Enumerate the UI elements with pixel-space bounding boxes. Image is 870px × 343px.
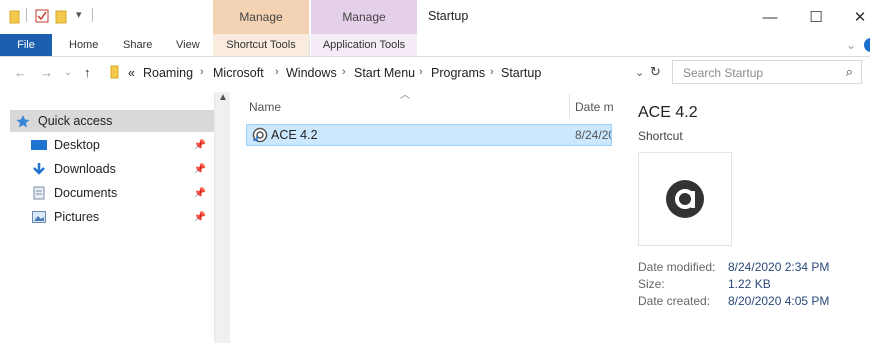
breadcrumb-start-menu[interactable]: Start Menu — [354, 66, 415, 80]
back-arrow-icon[interactable]: ← — [14, 65, 27, 80]
pin-icon: 📌 — [193, 163, 206, 175]
properties-check-icon[interactable] — [35, 9, 49, 28]
nav-label: Downloads — [54, 162, 116, 176]
chevron-right-icon[interactable]: › — [419, 66, 423, 78]
close-button[interactable]: ✕ — [840, 4, 870, 30]
customize-toolbar-icon[interactable]: ▾ — [76, 8, 82, 21]
size-value: 1.22 KB — [728, 277, 771, 291]
breadcrumb-windows[interactable]: Windows — [286, 66, 337, 80]
preview-thumbnail — [638, 152, 732, 246]
minimize-button[interactable]: — — [750, 4, 790, 30]
search-box[interactable]: Search Startup ⌕ — [672, 60, 862, 84]
date-modified-value: 8/24/2020 2:34 PM — [728, 260, 830, 274]
date-created-value: 8/20/2020 4:05 PM — [728, 294, 830, 308]
ace-logo-icon — [665, 179, 705, 224]
tab-home[interactable]: Home — [69, 34, 98, 56]
address-dropdown-icon[interactable]: ⌄ — [635, 66, 644, 79]
tab-view[interactable]: View — [176, 34, 200, 56]
sort-ascending-icon: ︿ — [400, 90, 410, 101]
nav-label: Quick access — [38, 114, 113, 128]
column-divider[interactable] — [569, 94, 570, 118]
nav-item-desktop[interactable]: Desktop 📌 — [30, 134, 212, 156]
new-folder-icon[interactable] — [55, 10, 69, 29]
ace-shortcut-icon — [252, 127, 268, 148]
manage-shortcut-header: Manage — [213, 0, 309, 34]
nav-item-pictures[interactable]: Pictures 📌 — [30, 206, 212, 228]
pin-icon: 📌 — [193, 187, 206, 199]
up-arrow-icon[interactable]: ↑ — [84, 65, 91, 80]
manage-application-header: Manage — [311, 0, 417, 34]
nav-label: Pictures — [54, 210, 100, 224]
chevron-right-icon[interactable]: › — [275, 66, 279, 78]
date-modified-label: Date modified: — [638, 260, 716, 274]
file-name: ACE 4.2 — [271, 128, 318, 142]
nav-label: Documents — [54, 186, 118, 200]
help-icon[interactable] — [864, 38, 870, 52]
refresh-icon[interactable]: ↻ — [650, 64, 661, 80]
address-row: ← → ⌄ ↑ « Roaming › Microsoft › Windows … — [0, 58, 870, 88]
file-date: 8/24/20 — [575, 128, 611, 142]
chevron-right-icon[interactable]: › — [342, 66, 346, 78]
breadcrumb-overflow[interactable]: « — [128, 66, 135, 80]
nav-item-downloads[interactable]: Downloads 📌 — [30, 158, 212, 180]
expand-ribbon-icon[interactable]: ⌄ — [846, 34, 856, 56]
column-header-name[interactable]: Name — [249, 100, 281, 114]
search-icon[interactable]: ⌕ — [846, 64, 853, 80]
ribbon-tabs: File Home Share View Shortcut Tools Appl… — [0, 34, 870, 57]
chevron-right-icon[interactable]: › — [490, 66, 494, 78]
window-title: Startup — [428, 9, 469, 23]
preview-title: ACE 4.2 — [638, 104, 698, 121]
recent-dropdown-icon[interactable]: ⌄ — [64, 67, 72, 78]
size-label: Size: — [638, 277, 665, 291]
breadcrumb-microsoft[interactable]: Microsoft — [213, 66, 264, 80]
tab-share[interactable]: Share — [123, 34, 152, 56]
address-bar[interactable]: « Roaming › Microsoft › Windows › Start … — [104, 60, 670, 84]
star-icon — [14, 114, 32, 128]
tab-file[interactable]: File — [0, 34, 52, 56]
documents-icon — [30, 186, 48, 200]
chevron-right-icon[interactable]: › — [200, 66, 204, 78]
download-arrow-icon — [30, 162, 48, 176]
divider — [92, 8, 93, 22]
tab-application-tools[interactable]: Application Tools — [311, 34, 417, 56]
breadcrumb-roaming[interactable]: Roaming — [143, 66, 193, 80]
breadcrumb-startup[interactable]: Startup — [501, 66, 541, 80]
nav-label: Desktop — [54, 138, 100, 152]
title-bar: ▾ Manage Manage Startup — ☐ ✕ — [0, 0, 870, 34]
tab-shortcut-tools[interactable]: Shortcut Tools — [213, 34, 310, 56]
breadcrumb-programs[interactable]: Programs — [431, 66, 485, 80]
forward-arrow-icon[interactable]: → — [40, 65, 53, 80]
preview-type: Shortcut — [638, 129, 683, 143]
date-created-label: Date created: — [638, 294, 711, 308]
search-input[interactable]: Search Startup — [683, 66, 763, 80]
pictures-icon — [30, 211, 48, 223]
column-header-date-modified[interactable]: Date m — [575, 100, 614, 114]
pin-icon: 📌 — [193, 139, 206, 151]
folder-icon — [110, 65, 120, 84]
divider — [26, 8, 27, 22]
nav-item-quick-access[interactable]: Quick access — [10, 110, 214, 132]
navigation-pane: Quick access Desktop 📌 Downloads 📌 Docum… — [0, 96, 229, 343]
maximize-button[interactable]: ☐ — [796, 4, 836, 30]
nav-item-documents[interactable]: Documents 📌 — [30, 182, 212, 204]
pin-icon: 📌 — [193, 211, 206, 223]
folder-icon — [9, 10, 21, 29]
desktop-icon — [30, 139, 48, 151]
